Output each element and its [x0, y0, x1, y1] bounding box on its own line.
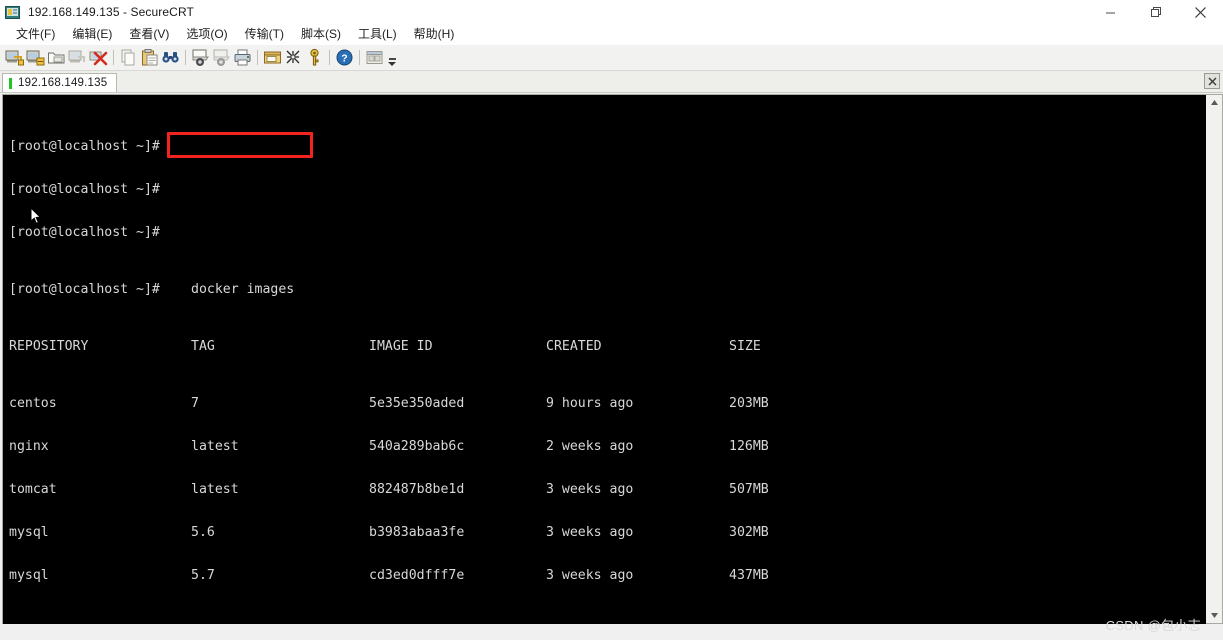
window-controls — [1088, 0, 1223, 24]
cell-size: 302MB — [729, 524, 769, 540]
menu-bar: 文件(F) 编辑(E) 查看(V) 选项(O) 传输(T) 脚本(S) 工具(L… — [0, 24, 1223, 45]
cell-size: 437MB — [729, 567, 769, 583]
maximize-restore-button[interactable] — [1133, 0, 1178, 24]
terminal-line-prompt-2: [root@localhost ~]# — [7, 181, 1206, 197]
cell-size: 126MB — [729, 439, 769, 455]
shell-prompt: [root@localhost ~]# — [9, 181, 160, 197]
toolbar-separator — [359, 50, 360, 65]
menu-tools[interactable]: 工具(L) — [350, 25, 406, 44]
scroll-up-button[interactable] — [1206, 95, 1222, 110]
tab-connected-indicator — [9, 77, 12, 89]
title-bar: 192.168.149.135 - SecureCRT — [0, 0, 1223, 24]
window-title: 192.168.149.135 - SecureCRT — [28, 5, 194, 19]
clear-screen-icon[interactable] — [284, 48, 303, 67]
cell-repository: centos — [9, 396, 57, 412]
log-session-icon[interactable] — [191, 48, 210, 67]
terminal-screen[interactable]: [root@localhost ~]# [root@localhost ~]# … — [2, 94, 1206, 624]
terminal-text: [root@localhost ~]# [root@localhost ~]# … — [7, 97, 1206, 624]
arrange-windows-icon[interactable] — [365, 48, 384, 67]
tab-bar: 192.168.149.135 — [0, 71, 1223, 93]
cell-repository: mysql — [9, 567, 49, 583]
command-text: docker images — [191, 281, 295, 297]
menu-view[interactable]: 查看(V) — [121, 25, 178, 44]
column-header-created: CREATED — [546, 339, 602, 355]
cell-created: 3 weeks ago — [546, 567, 634, 583]
menu-edit[interactable]: 编辑(E) — [64, 25, 121, 44]
tab-session-192-168-149-135[interactable]: 192.168.149.135 — [2, 73, 118, 92]
key-icon[interactable] — [305, 48, 324, 67]
cell-image-id: 540a289bab6c — [369, 439, 465, 455]
securecrt-window: 192.168.149.135 - SecureCRT 文件(F) 编辑(E) — [0, 0, 1223, 640]
scrollbar-track[interactable] — [1206, 110, 1222, 608]
cell-tag: 7 — [191, 396, 199, 412]
cell-tag: latest — [191, 482, 239, 498]
toolbar-separator — [185, 50, 186, 65]
close-button[interactable] — [1178, 0, 1223, 24]
toolbar-separator — [113, 50, 114, 65]
scroll-down-button[interactable] — [1206, 608, 1222, 623]
cell-repository: mysql — [9, 524, 49, 540]
terminal-area: [root@localhost ~]# [root@localhost ~]# … — [0, 93, 1223, 632]
shell-prompt: [root@localhost ~]# — [9, 224, 160, 240]
cell-repository: tomcat — [9, 482, 57, 498]
cell-image-id: 882487b8be1d — [369, 482, 465, 498]
terminal-line-command: [root@localhost ~]# docker images — [7, 281, 1206, 297]
cell-size: 507MB — [729, 482, 769, 498]
shell-prompt: [root@localhost ~]# — [9, 281, 160, 297]
toolbar-overflow-button[interactable] — [387, 48, 397, 67]
minimize-button[interactable] — [1088, 0, 1133, 24]
column-header-size: SIZE — [729, 339, 761, 355]
paste-icon[interactable] — [140, 48, 159, 67]
menu-options[interactable]: 选项(O) — [178, 25, 236, 44]
terminal-header-row: REPOSITORY TAG IMAGE ID CREATED SIZE — [7, 339, 1206, 355]
terminal-line-prompt-3: [root@localhost ~]# — [7, 224, 1206, 240]
cell-created: 3 weeks ago — [546, 482, 634, 498]
cell-created: 3 weeks ago — [546, 524, 634, 540]
help-icon[interactable]: ? — [335, 48, 354, 67]
reconnect-icon[interactable] — [68, 48, 87, 67]
find-icon[interactable] — [161, 48, 180, 67]
app-icon — [5, 5, 21, 20]
shell-prompt: [root@localhost ~]# — [9, 138, 160, 154]
table-row: nginx latest 540a289bab6c 2 weeks ago 12… — [7, 439, 1206, 455]
status-bar — [0, 632, 1223, 640]
table-row: mysql 5.7 cd3ed0dfff7e 3 weeks ago 437MB — [7, 567, 1206, 583]
connect-local-shell-icon[interactable] — [47, 48, 66, 67]
terminal-line-prompt-1: [root@localhost ~]# — [7, 138, 1206, 154]
column-header-repository: REPOSITORY — [9, 339, 89, 355]
svg-text:?: ? — [341, 53, 347, 65]
cell-image-id: cd3ed0dfff7e — [369, 567, 465, 583]
tab-close-button[interactable] — [1204, 73, 1220, 89]
cell-tag: 5.7 — [191, 567, 215, 583]
menu-file[interactable]: 文件(F) — [8, 25, 64, 44]
connect-in-tab-icon[interactable] — [26, 48, 45, 67]
cell-created: 2 weeks ago — [546, 439, 634, 455]
session-options-icon[interactable] — [263, 48, 282, 67]
toolbar-separator — [329, 50, 330, 65]
connect-icon[interactable] — [5, 48, 24, 67]
column-header-tag: TAG — [191, 339, 215, 355]
toolbar-separator — [257, 50, 258, 65]
cell-repository: nginx — [9, 439, 49, 455]
table-row: tomcat latest 882487b8be1d 3 weeks ago 5… — [7, 482, 1206, 498]
raw-log-icon[interactable] — [212, 48, 231, 67]
tab-label: 192.168.149.135 — [18, 77, 108, 89]
table-row: centos 7 5e35e350aded 9 hours ago 203MB — [7, 396, 1206, 412]
cell-size: 203MB — [729, 396, 769, 412]
cell-tag: 5.6 — [191, 524, 215, 540]
disconnect-icon[interactable] — [89, 48, 108, 67]
cell-image-id: 5e35e350aded — [369, 396, 465, 412]
menu-script[interactable]: 脚本(S) — [293, 25, 350, 44]
print-icon[interactable] — [233, 48, 252, 67]
cell-tag: latest — [191, 439, 239, 455]
copy-icon[interactable] — [119, 48, 138, 67]
terminal-scrollbar[interactable] — [1206, 94, 1223, 624]
menu-transfer[interactable]: 传输(T) — [237, 25, 293, 44]
cell-image-id: b3983abaa3fe — [369, 524, 465, 540]
column-header-image-id: IMAGE ID — [369, 339, 433, 355]
table-row: mysql 5.6 b3983abaa3fe 3 weeks ago 302MB — [7, 524, 1206, 540]
menu-help[interactable]: 帮助(H) — [406, 25, 464, 44]
cell-created: 9 hours ago — [546, 396, 634, 412]
toolbar: ? — [0, 45, 1223, 71]
